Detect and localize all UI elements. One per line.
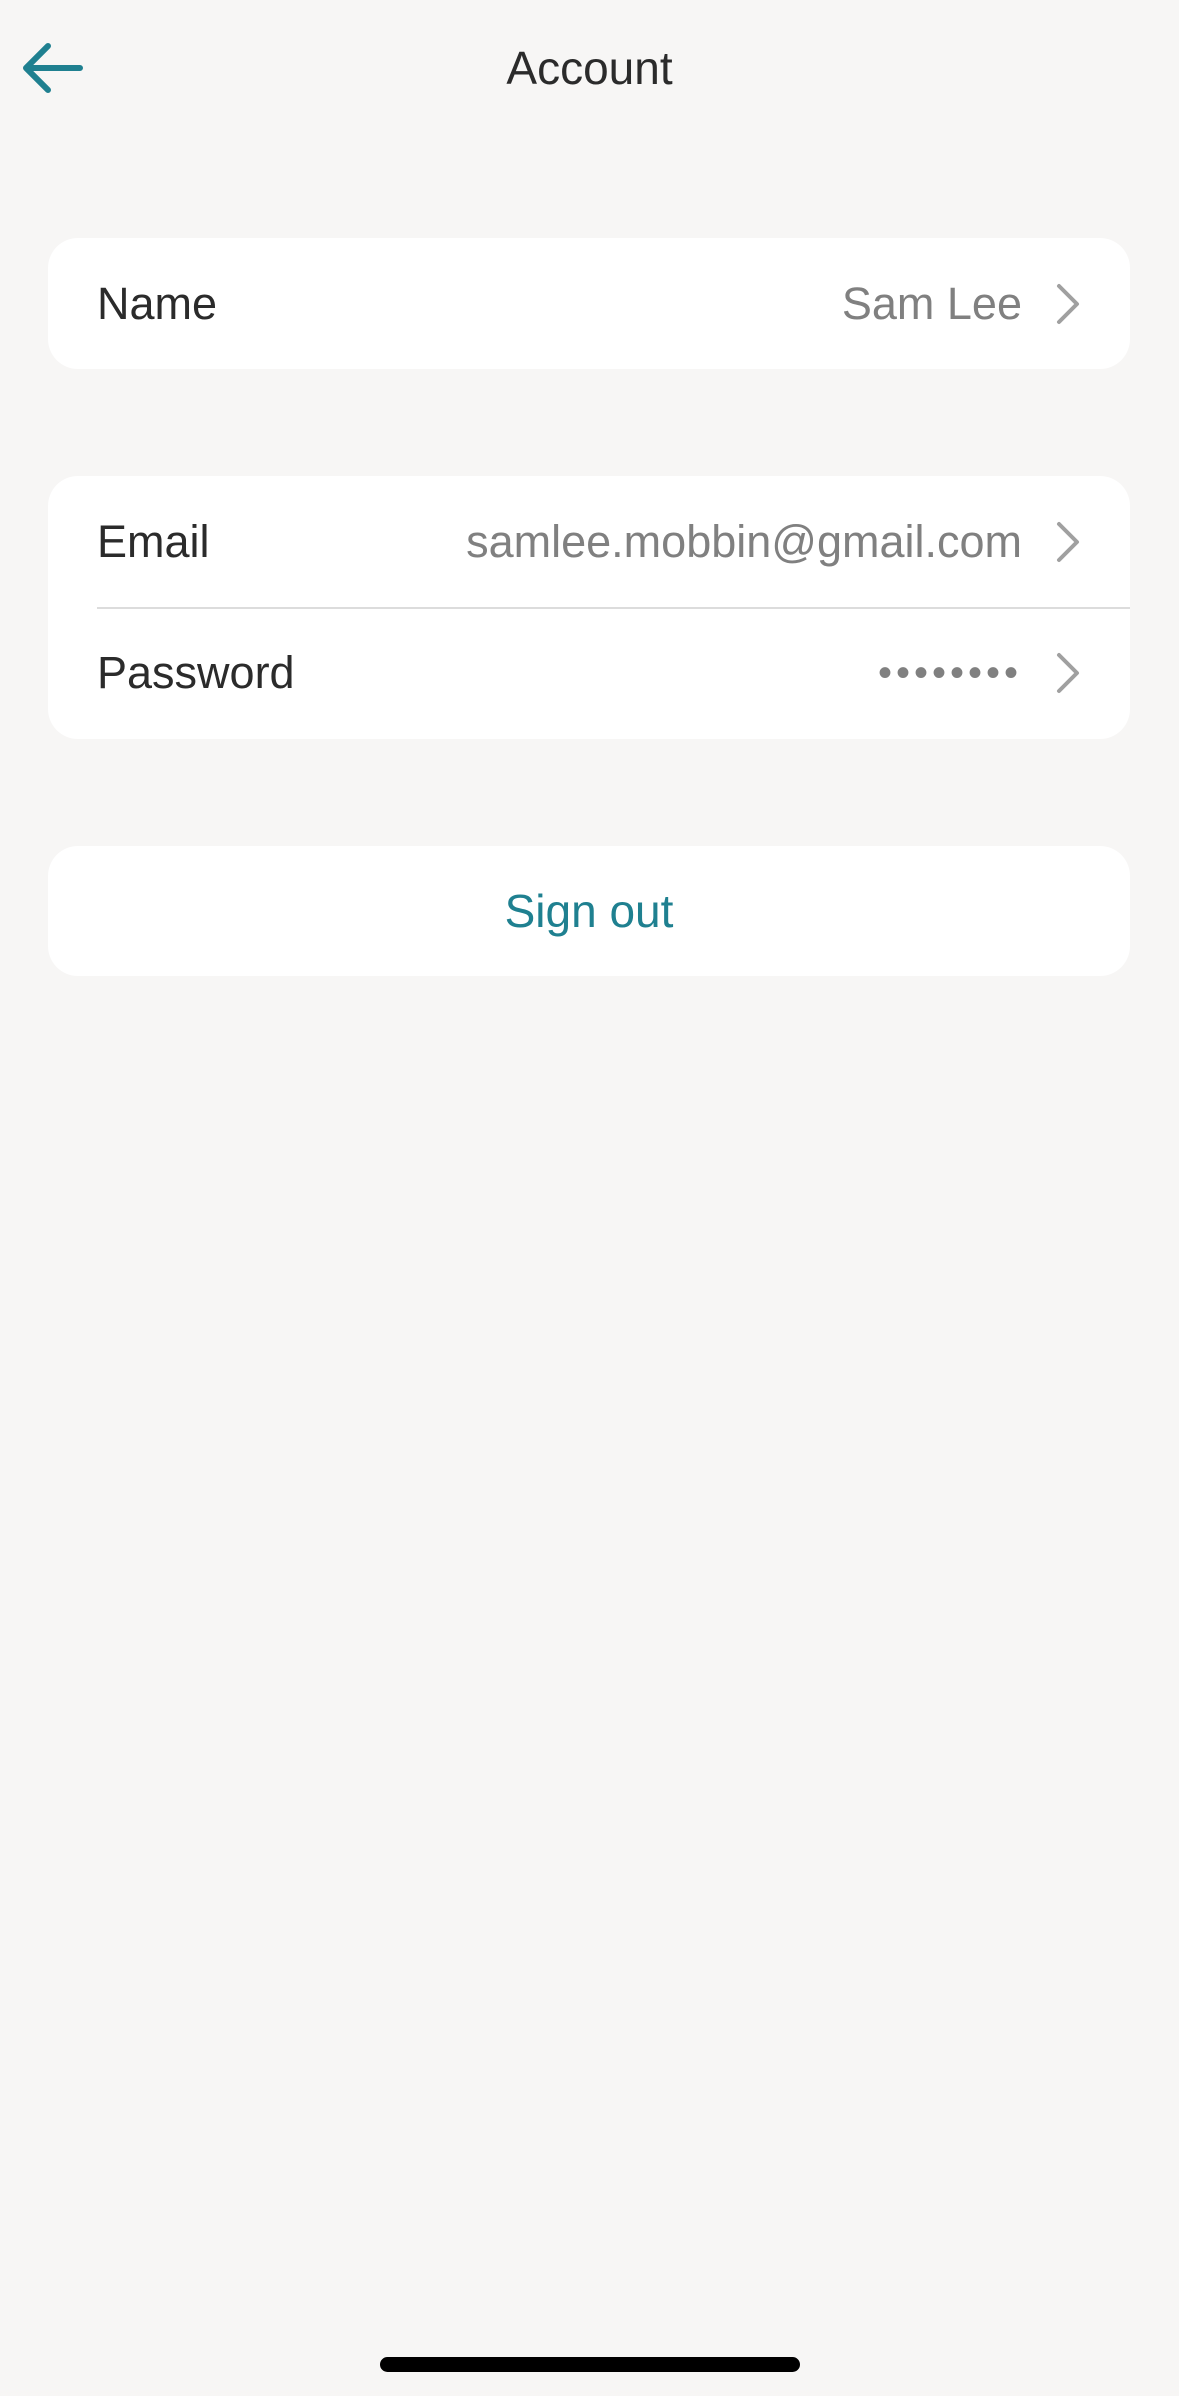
- signout-card: Sign out: [48, 846, 1130, 976]
- email-label: Email: [97, 515, 210, 567]
- header: Account: [0, 0, 1179, 134]
- password-row[interactable]: Password ••••••••: [48, 607, 1130, 738]
- password-label: Password: [97, 646, 295, 698]
- password-value: ••••••••: [877, 650, 1022, 695]
- name-row[interactable]: Name Sam Lee: [48, 238, 1130, 369]
- email-value: samlee.mobbin@gmail.com: [466, 515, 1022, 567]
- email-row[interactable]: Email samlee.mobbin@gmail.com: [48, 476, 1130, 607]
- home-indicator[interactable]: [380, 2357, 800, 2372]
- name-card: Name Sam Lee: [48, 238, 1130, 369]
- credentials-card: Email samlee.mobbin@gmail.com Password •…: [48, 476, 1130, 739]
- chevron-right-icon: [1050, 280, 1086, 328]
- chevron-right-icon: [1050, 649, 1086, 697]
- name-value: Sam Lee: [841, 277, 1022, 329]
- page-title: Account: [506, 42, 673, 94]
- chevron-right-icon: [1050, 518, 1086, 566]
- name-label: Name: [97, 277, 218, 329]
- sign-out-button[interactable]: Sign out: [48, 846, 1130, 976]
